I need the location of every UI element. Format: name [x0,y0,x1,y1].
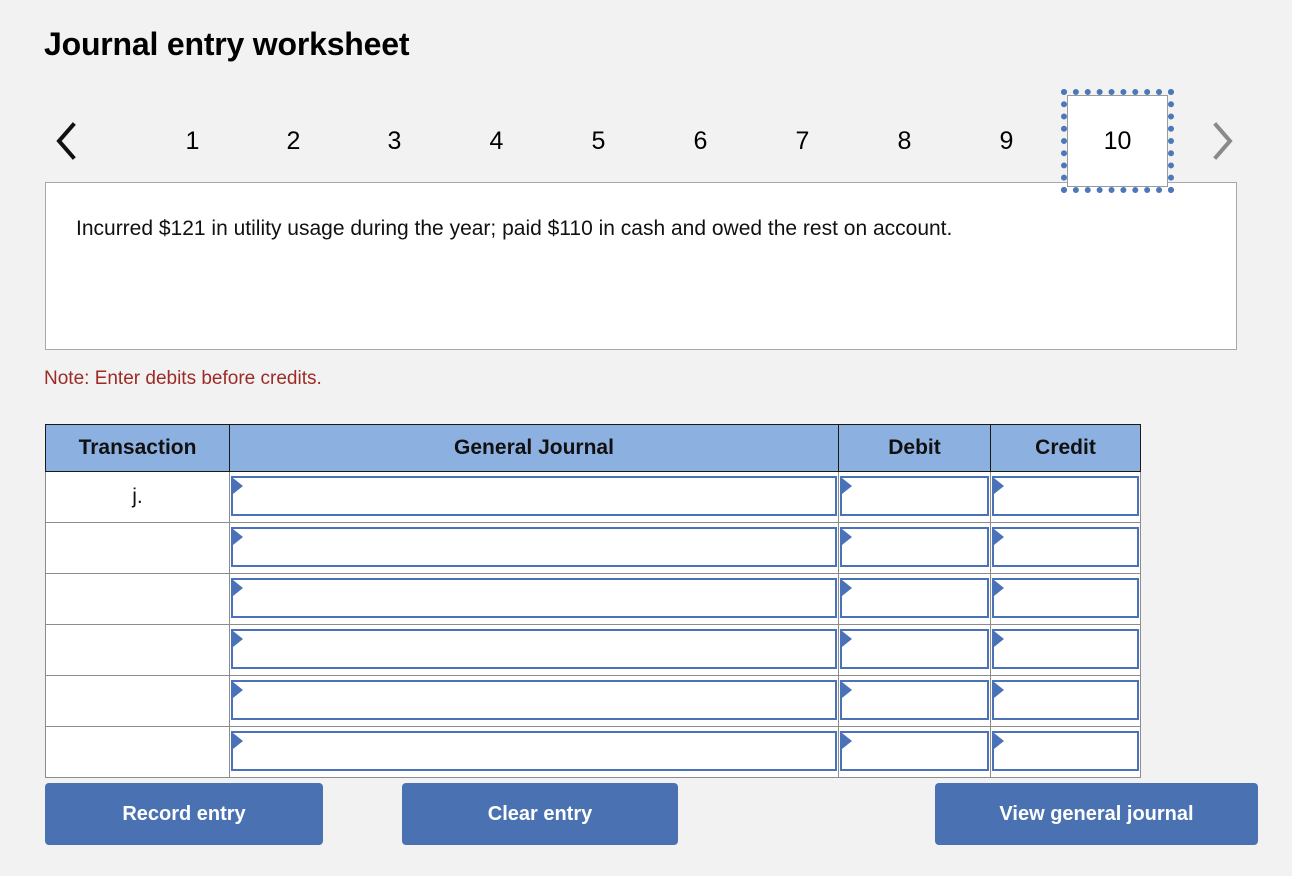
credit-select[interactable] [992,629,1139,669]
debit-select[interactable] [840,476,989,516]
transaction-label-cell [45,726,230,778]
debit-select[interactable] [840,629,989,669]
pagination-tab-7[interactable]: 7 [752,95,853,187]
transaction-label-cell [45,675,230,727]
journal-table-header: Transaction General Journal Debit Credit [45,424,1141,472]
dropdown-arrow-icon [233,682,243,698]
pagination-tab-9[interactable]: 9 [956,95,1057,187]
general-journal-cell [229,675,839,727]
general-journal-cell [229,522,839,574]
debit-select[interactable] [840,731,989,771]
dropdown-arrow-icon [233,529,243,545]
debit-cell [838,573,991,625]
credit-cell [990,624,1141,676]
table-row [45,522,1141,574]
next-page-button[interactable] [1200,95,1244,187]
credit-select[interactable] [992,476,1139,516]
pagination-tab-10[interactable]: 10 [1061,89,1174,193]
credit-cell [990,675,1141,727]
journal-entry-table: Transaction General Journal Debit Credit… [45,424,1141,778]
credit-cell [990,522,1141,574]
dropdown-arrow-icon [994,478,1004,494]
general-journal-select[interactable] [231,578,837,618]
general-journal-cell [229,573,839,625]
view-general-journal-button[interactable]: View general journal [935,783,1258,845]
general-journal-select[interactable] [231,476,837,516]
dropdown-arrow-icon [994,631,1004,647]
journal-entry-worksheet-page: Journal entry worksheet 1 2 3 4 5 6 7 8 … [0,0,1292,876]
pagination-tab-1[interactable]: 1 [142,95,243,187]
dropdown-arrow-icon [233,580,243,596]
general-journal-select[interactable] [231,731,837,771]
transaction-prompt-text: Incurred $121 in utility usage during th… [76,217,953,240]
table-row [45,624,1141,676]
dropdown-arrow-icon [842,733,852,749]
dropdown-arrow-icon [994,529,1004,545]
debit-cell [838,675,991,727]
pagination-tab-8[interactable]: 8 [854,95,955,187]
debit-select[interactable] [840,578,989,618]
dropdown-arrow-icon [233,478,243,494]
clear-entry-button[interactable]: Clear entry [402,783,678,845]
general-journal-select[interactable] [231,527,837,567]
general-journal-cell [229,726,839,778]
dropdown-arrow-icon [842,478,852,494]
column-header-credit: Credit [990,424,1141,472]
pagination-tab-3[interactable]: 3 [344,95,445,187]
debit-cell [838,471,991,523]
pagination-bar: 1 2 3 4 5 6 7 8 9 10 [44,89,1244,193]
page-title: Journal entry worksheet [44,26,410,62]
general-journal-select[interactable] [231,629,837,669]
credit-cell [990,573,1141,625]
table-row [45,726,1141,778]
dropdown-arrow-icon [994,580,1004,596]
credit-cell [990,726,1141,778]
credit-select[interactable] [992,680,1139,720]
transaction-label-cell [45,573,230,625]
debit-select[interactable] [840,680,989,720]
table-row: j. [45,471,1141,523]
dropdown-arrow-icon [842,529,852,545]
column-header-general-journal: General Journal [229,424,839,472]
prev-page-button[interactable] [44,95,88,187]
record-entry-button[interactable]: Record entry [45,783,323,845]
transaction-label-cell [45,624,230,676]
dropdown-arrow-icon [994,682,1004,698]
transaction-prompt-box: Incurred $121 in utility usage during th… [45,182,1237,350]
transaction-label-cell: j. [45,471,230,523]
credit-select[interactable] [992,731,1139,771]
table-row [45,573,1141,625]
debit-cell [838,522,991,574]
pagination-tab-6[interactable]: 6 [650,95,751,187]
chevron-right-icon [1209,121,1235,161]
dropdown-arrow-icon [994,733,1004,749]
debit-cell [838,726,991,778]
transaction-label-cell [45,522,230,574]
credit-cell [990,471,1141,523]
pagination-tab-list: 1 2 3 4 5 6 7 8 9 10 [142,89,1186,193]
credit-select[interactable] [992,578,1139,618]
chevron-left-icon [53,121,79,161]
general-journal-select[interactable] [231,680,837,720]
pagination-tab-2[interactable]: 2 [243,95,344,187]
dropdown-arrow-icon [842,631,852,647]
pagination-tab-4[interactable]: 4 [446,95,547,187]
dropdown-arrow-icon [233,631,243,647]
general-journal-cell [229,624,839,676]
column-header-debit: Debit [838,424,991,472]
column-header-transaction: Transaction [45,424,230,472]
debit-select[interactable] [840,527,989,567]
debits-before-credits-note: Note: Enter debits before credits. [44,368,322,389]
dropdown-arrow-icon [842,580,852,596]
dropdown-arrow-icon [233,733,243,749]
general-journal-cell [229,471,839,523]
debit-cell [838,624,991,676]
journal-table-body: j. [45,471,1141,778]
dropdown-arrow-icon [842,682,852,698]
credit-select[interactable] [992,527,1139,567]
table-header-row: Transaction General Journal Debit Credit [45,424,1141,472]
table-row [45,675,1141,727]
pagination-tab-5[interactable]: 5 [548,95,649,187]
